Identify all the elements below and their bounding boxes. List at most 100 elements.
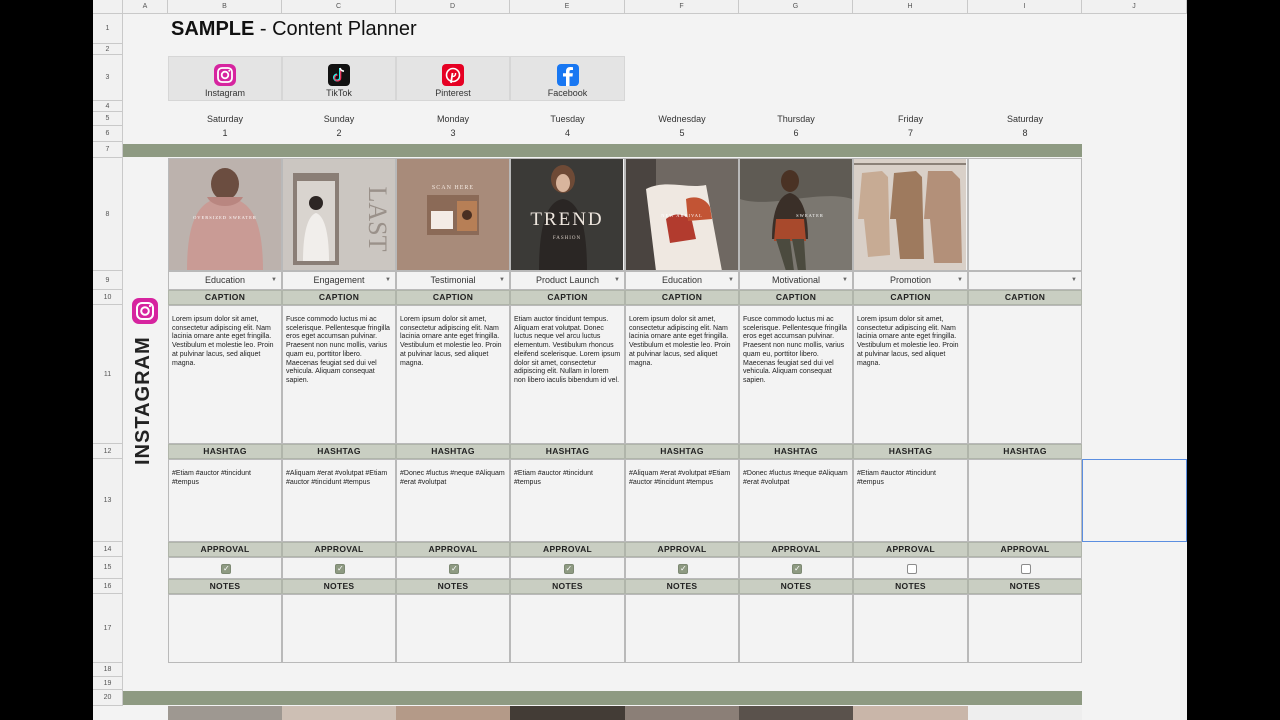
hashtag-label: HASHTAG <box>168 444 282 459</box>
hashtag-text[interactable]: #Donec #luctus #neque #Aliquam #erat #vo… <box>396 459 510 542</box>
column-header-c[interactable]: C <box>282 0 396 14</box>
approval-checkbox[interactable] <box>563 564 574 574</box>
row-header-8[interactable]: 8 <box>93 158 123 271</box>
platform-instagram[interactable]: Instagram <box>168 56 282 101</box>
approval-checkbox[interactable] <box>449 564 459 574</box>
row-header-4[interactable]: 4 <box>93 101 123 112</box>
caption-text[interactable]: Fusce commodo luctus mi ac scelerisque. … <box>282 305 396 444</box>
caption-text[interactable]: Lorem ipsum dolor sit amet, consectetur … <box>853 305 968 444</box>
post-image[interactable] <box>968 158 1082 271</box>
approval-checkbox[interactable] <box>221 564 231 574</box>
post-type-dropdown[interactable]: Engagement ▼ <box>282 271 396 290</box>
title-bold: SAMPLE <box>171 18 255 40</box>
notes-label: NOTES <box>396 579 510 594</box>
row-header-10[interactable]: 10 <box>93 290 123 305</box>
approval-checkbox[interactable] <box>792 564 802 574</box>
hashtag-text[interactable]: #Etiam #auctor #tincidunt #tempus <box>853 459 968 542</box>
notes-cell[interactable] <box>853 594 968 663</box>
post-type-dropdown[interactable]: Promotion ▼ <box>853 271 968 290</box>
hashtag-text[interactable]: #Donec #luctus #neque #Aliquam #erat #vo… <box>739 459 853 542</box>
chevron-down-icon[interactable]: ▼ <box>385 272 391 289</box>
hashtag-text[interactable]: #Aliquam #erat #volutpat #Etiam #auctor … <box>282 459 396 542</box>
row-header-15[interactable]: 15 <box>93 557 123 579</box>
notes-cell[interactable] <box>396 594 510 663</box>
column-header-d[interactable]: D <box>396 0 510 14</box>
row-header-18[interactable]: 18 <box>93 663 123 677</box>
platform-tiktok[interactable]: TikTok <box>282 56 396 101</box>
hashtag-text[interactable] <box>968 459 1082 542</box>
chevron-down-icon[interactable]: ▼ <box>842 272 848 289</box>
chevron-down-icon[interactable]: ▼ <box>728 272 734 289</box>
selected-cell[interactable] <box>1082 459 1187 542</box>
row-header-3[interactable]: 3 <box>93 55 123 101</box>
post-image[interactable]: SCAN HERE <box>396 158 510 271</box>
platform-facebook[interactable]: Facebook <box>510 56 625 101</box>
row-header-16[interactable]: 16 <box>93 579 123 594</box>
chevron-down-icon[interactable]: ▼ <box>271 272 277 289</box>
post-type-dropdown[interactable]: Testimonial ▼ <box>396 271 510 290</box>
column-header-g[interactable]: G <box>739 0 853 14</box>
approval-checkbox[interactable] <box>335 564 345 574</box>
post-image[interactable]: LAST <box>282 158 396 271</box>
post-image[interactable] <box>853 158 968 271</box>
notes-cell[interactable] <box>510 594 625 663</box>
hashtag-label: HASHTAG <box>739 444 853 459</box>
post-type-dropdown[interactable]: Education ▼ <box>625 271 739 290</box>
row-header-12[interactable]: 12 <box>93 444 123 459</box>
chevron-down-icon[interactable]: ▼ <box>614 272 620 289</box>
platform-pinterest[interactable]: Pinterest <box>396 56 510 101</box>
row-header-17[interactable]: 17 <box>93 594 123 663</box>
approval-checkbox[interactable] <box>906 564 917 574</box>
column-header-h[interactable]: H <box>853 0 968 14</box>
notes-cell[interactable] <box>282 594 396 663</box>
approval-checkbox[interactable] <box>678 564 688 574</box>
next-post-image <box>510 706 625 720</box>
approval-label: APPROVAL <box>625 542 739 557</box>
row-header-19[interactable]: 19 <box>93 677 123 690</box>
corner-cell[interactable] <box>93 0 123 14</box>
post-image[interactable]: TREND FASHION <box>510 158 625 271</box>
row-header-14[interactable]: 14 <box>93 542 123 557</box>
notes-cell[interactable] <box>168 594 282 663</box>
row-header-20[interactable]: 20 <box>93 690 123 706</box>
column-header-a[interactable]: A <box>123 0 168 14</box>
notes-cell[interactable] <box>625 594 739 663</box>
caption-text[interactable]: Lorem ipsum dolor sit amet, consectetur … <box>396 305 510 444</box>
row-header-11[interactable]: 11 <box>93 305 123 444</box>
row-header-9[interactable]: 9 <box>93 271 123 290</box>
row-header-7[interactable]: 7 <box>93 142 123 158</box>
post-image[interactable]: OVERSIZED SWEATER <box>168 158 282 271</box>
caption-text[interactable]: Fusce commodo luctus mi ac scelerisque. … <box>739 305 853 444</box>
column-header-f[interactable]: F <box>625 0 739 14</box>
post-type-dropdown[interactable]: Education ▼ <box>168 271 282 290</box>
row-header-2[interactable]: 2 <box>93 44 123 55</box>
column-header-i[interactable]: I <box>968 0 1082 14</box>
row-header-5[interactable]: 5 <box>93 112 123 126</box>
caption-text[interactable]: Lorem ipsum dolor sit amet, consectetur … <box>168 305 282 444</box>
post-type-dropdown[interactable]: ▼ <box>968 271 1082 290</box>
day-name: Saturday <box>1006 114 1044 124</box>
caption-text[interactable]: Etiam auctor tincidunt tempus. Aliquam e… <box>510 305 625 444</box>
column-header-b[interactable]: B <box>168 0 282 14</box>
notes-cell[interactable] <box>968 594 1082 663</box>
next-post-image <box>739 706 853 720</box>
post-type-dropdown[interactable]: Motivational ▼ <box>739 271 853 290</box>
caption-text[interactable]: Lorem ipsum dolor sit amet, consectetur … <box>625 305 739 444</box>
row-header-13[interactable]: 13 <box>93 459 123 542</box>
post-type-dropdown[interactable]: Product Launch ▼ <box>510 271 625 290</box>
caption-text[interactable] <box>968 305 1082 444</box>
hashtag-text[interactable]: #Aliquam #erat #volutpat #Etiam #auctor … <box>625 459 739 542</box>
column-header-e[interactable]: E <box>510 0 625 14</box>
chevron-down-icon[interactable]: ▼ <box>1071 272 1077 289</box>
chevron-down-icon[interactable]: ▼ <box>499 272 505 289</box>
hashtag-text[interactable]: #Etiam #auctor #tincidunt #tempus <box>510 459 625 542</box>
chevron-down-icon[interactable]: ▼ <box>957 272 963 289</box>
notes-cell[interactable] <box>739 594 853 663</box>
approval-checkbox[interactable] <box>1021 564 1031 574</box>
post-image[interactable]: NEW ARRIVAL <box>625 158 739 271</box>
post-image[interactable]: SWEATER <box>739 158 853 271</box>
hashtag-text[interactable]: #Etiam #auctor #tincidunt #tempus <box>168 459 282 542</box>
row-header-1[interactable]: 1 <box>93 14 123 44</box>
row-header-6[interactable]: 6 <box>93 126 123 142</box>
column-header-j[interactable]: J <box>1082 0 1187 14</box>
